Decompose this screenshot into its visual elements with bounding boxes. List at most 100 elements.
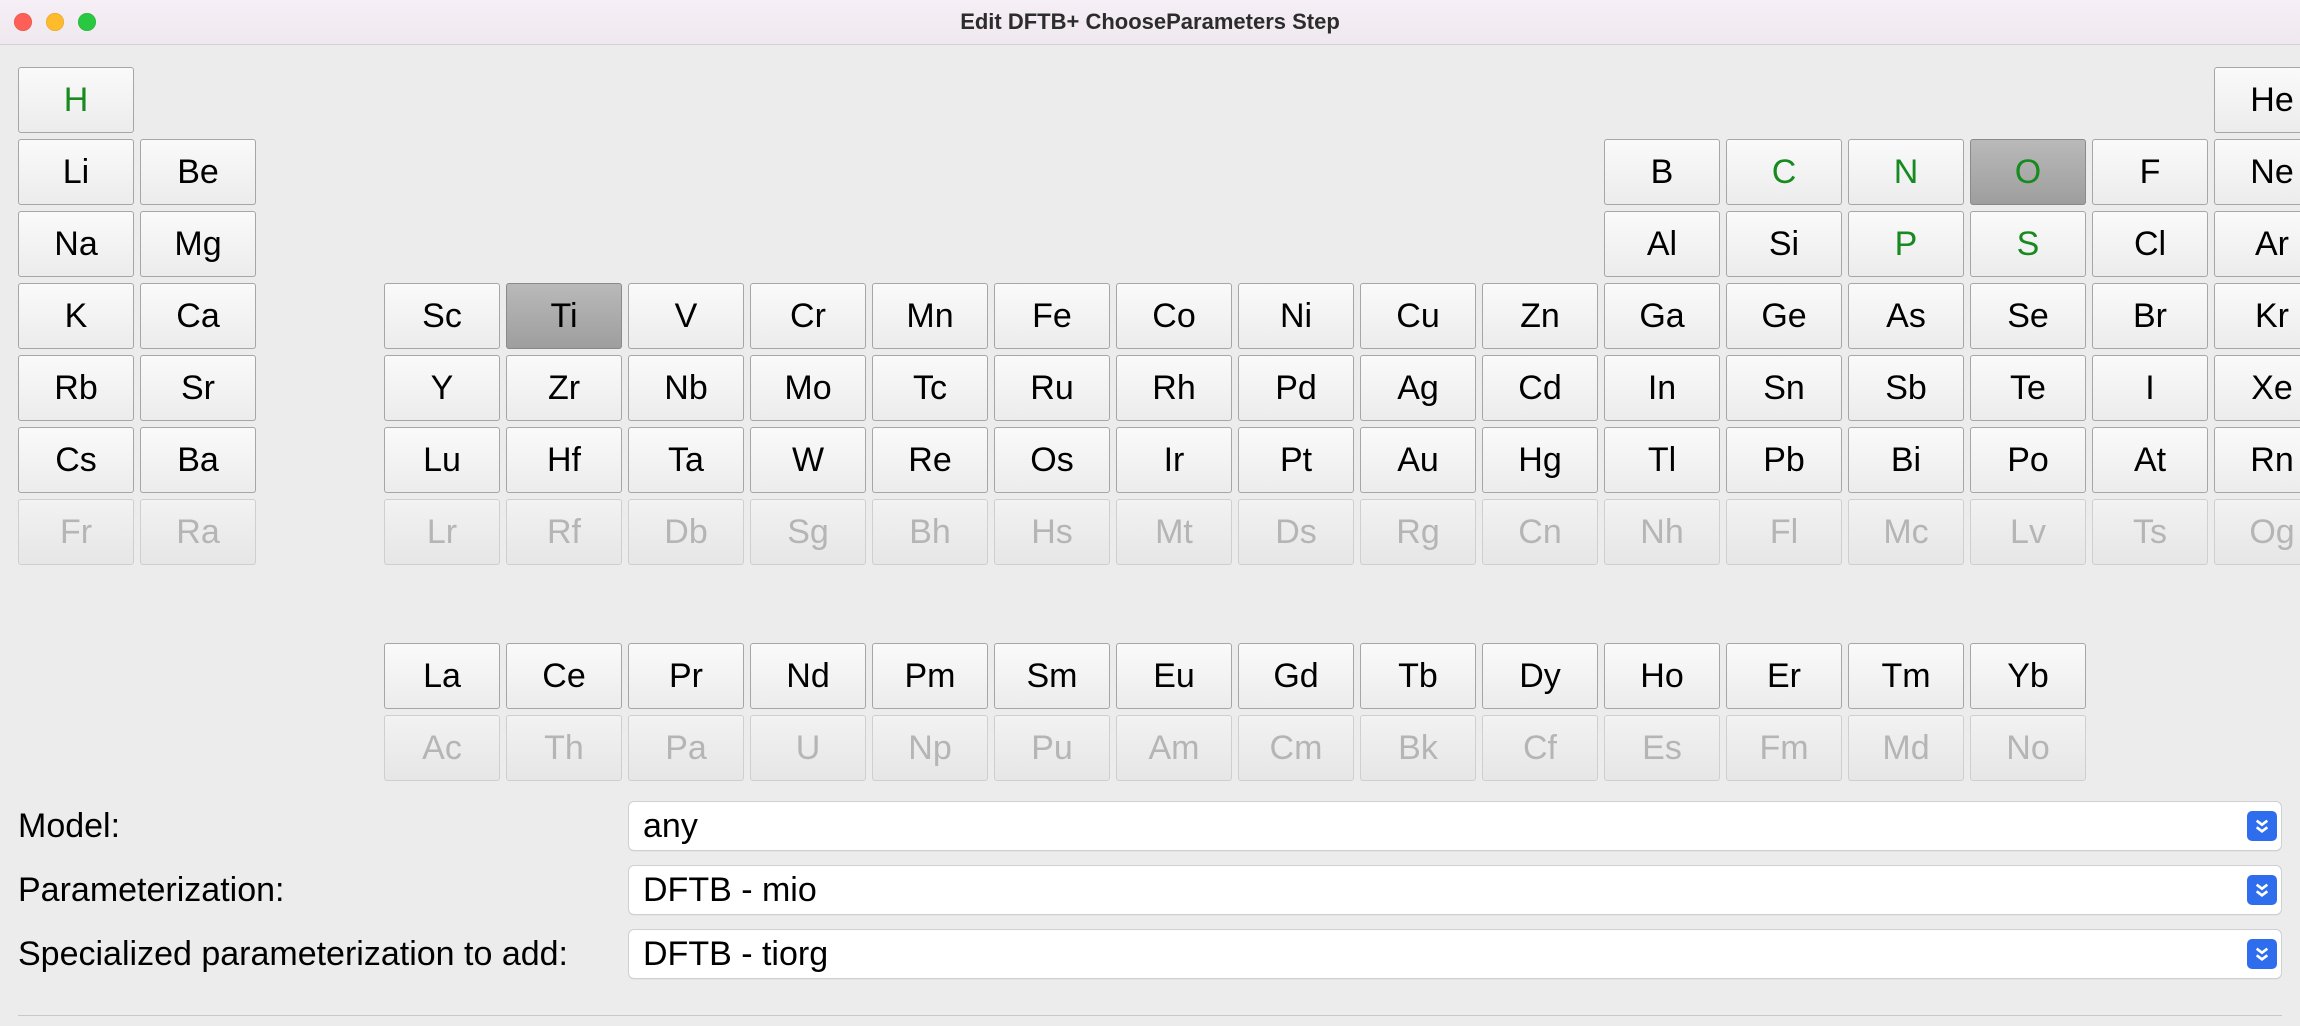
element-Ru[interactable]: Ru xyxy=(994,355,1110,421)
chevron-down-icon xyxy=(2247,939,2277,969)
element-Lv: Lv xyxy=(1970,499,2086,565)
element-Er[interactable]: Er xyxy=(1726,643,1842,709)
element-Rh[interactable]: Rh xyxy=(1116,355,1232,421)
element-La[interactable]: La xyxy=(384,643,500,709)
element-Ti[interactable]: Ti xyxy=(506,283,622,349)
element-Li[interactable]: Li xyxy=(18,139,134,205)
element-I[interactable]: I xyxy=(2092,355,2208,421)
element-Eu[interactable]: Eu xyxy=(1116,643,1232,709)
element-Cl[interactable]: Cl xyxy=(2092,211,2208,277)
element-Zr[interactable]: Zr xyxy=(506,355,622,421)
model-combobox[interactable]: any xyxy=(628,801,2282,851)
element-S[interactable]: S xyxy=(1970,211,2086,277)
element-K[interactable]: K xyxy=(18,283,134,349)
element-In[interactable]: In xyxy=(1604,355,1720,421)
element-Pa: Pa xyxy=(628,715,744,781)
element-Al[interactable]: Al xyxy=(1604,211,1720,277)
element-Rn[interactable]: Rn xyxy=(2214,427,2300,493)
specialized-combobox[interactable]: DFTB - tiorg xyxy=(628,929,2282,979)
element-Sc[interactable]: Sc xyxy=(384,283,500,349)
element-F[interactable]: F xyxy=(2092,139,2208,205)
element-Bi[interactable]: Bi xyxy=(1848,427,1964,493)
element-Mg[interactable]: Mg xyxy=(140,211,256,277)
element-Os[interactable]: Os xyxy=(994,427,1110,493)
element-Dy[interactable]: Dy xyxy=(1482,643,1598,709)
element-Sm[interactable]: Sm xyxy=(994,643,1110,709)
element-V[interactable]: V xyxy=(628,283,744,349)
element-W[interactable]: W xyxy=(750,427,866,493)
element-Ge[interactable]: Ge xyxy=(1726,283,1842,349)
element-Ne[interactable]: Ne xyxy=(2214,139,2300,205)
element-Lu[interactable]: Lu xyxy=(384,427,500,493)
button-bar: OK Cancel xyxy=(18,1015,2282,1026)
element-Na[interactable]: Na xyxy=(18,211,134,277)
element-Sr[interactable]: Sr xyxy=(140,355,256,421)
element-Mn[interactable]: Mn xyxy=(872,283,988,349)
element-Tb[interactable]: Tb xyxy=(1360,643,1476,709)
element-Ba[interactable]: Ba xyxy=(140,427,256,493)
element-Zn[interactable]: Zn xyxy=(1482,283,1598,349)
element-N[interactable]: N xyxy=(1848,139,1964,205)
element-Tc[interactable]: Tc xyxy=(872,355,988,421)
element-Au[interactable]: Au xyxy=(1360,427,1476,493)
element-Te[interactable]: Te xyxy=(1970,355,2086,421)
element-Hf[interactable]: Hf xyxy=(506,427,622,493)
element-Tl[interactable]: Tl xyxy=(1604,427,1720,493)
element-Ir[interactable]: Ir xyxy=(1116,427,1232,493)
element-Ce[interactable]: Ce xyxy=(506,643,622,709)
element-Br[interactable]: Br xyxy=(2092,283,2208,349)
element-Nd[interactable]: Nd xyxy=(750,643,866,709)
element-Hg[interactable]: Hg xyxy=(1482,427,1598,493)
element-Pr[interactable]: Pr xyxy=(628,643,744,709)
element-Ag[interactable]: Ag xyxy=(1360,355,1476,421)
element-Pd[interactable]: Pd xyxy=(1238,355,1354,421)
element-Mo[interactable]: Mo xyxy=(750,355,866,421)
element-Yb[interactable]: Yb xyxy=(1970,643,2086,709)
element-Es: Es xyxy=(1604,715,1720,781)
minimize-icon[interactable] xyxy=(46,13,64,31)
element-Ca[interactable]: Ca xyxy=(140,283,256,349)
window-title: Edit DFTB+ ChooseParameters Step xyxy=(0,9,2300,35)
element-Y[interactable]: Y xyxy=(384,355,500,421)
element-Si[interactable]: Si xyxy=(1726,211,1842,277)
element-Ar[interactable]: Ar xyxy=(2214,211,2300,277)
element-Sn[interactable]: Sn xyxy=(1726,355,1842,421)
element-Cu[interactable]: Cu xyxy=(1360,283,1476,349)
element-Ni[interactable]: Ni xyxy=(1238,283,1354,349)
element-O[interactable]: O xyxy=(1970,139,2086,205)
element-Sb[interactable]: Sb xyxy=(1848,355,1964,421)
element-Rb[interactable]: Rb xyxy=(18,355,134,421)
element-As[interactable]: As xyxy=(1848,283,1964,349)
element-P[interactable]: P xyxy=(1848,211,1964,277)
element-Md: Md xyxy=(1848,715,1964,781)
element-B[interactable]: B xyxy=(1604,139,1720,205)
parameterization-combobox[interactable]: DFTB - mio xyxy=(628,865,2282,915)
element-Cr[interactable]: Cr xyxy=(750,283,866,349)
element-Se[interactable]: Se xyxy=(1970,283,2086,349)
element-Gd[interactable]: Gd xyxy=(1238,643,1354,709)
element-Ta[interactable]: Ta xyxy=(628,427,744,493)
element-Pm[interactable]: Pm xyxy=(872,643,988,709)
element-At[interactable]: At xyxy=(2092,427,2208,493)
close-icon[interactable] xyxy=(14,13,32,31)
element-Pt[interactable]: Pt xyxy=(1238,427,1354,493)
element-Re[interactable]: Re xyxy=(872,427,988,493)
model-row: Model: any xyxy=(18,801,2282,851)
element-Cs[interactable]: Cs xyxy=(18,427,134,493)
element-Co[interactable]: Co xyxy=(1116,283,1232,349)
element-Nb[interactable]: Nb xyxy=(628,355,744,421)
element-Kr[interactable]: Kr xyxy=(2214,283,2300,349)
element-Be[interactable]: Be xyxy=(140,139,256,205)
element-He[interactable]: He xyxy=(2214,67,2300,133)
element-Cd[interactable]: Cd xyxy=(1482,355,1598,421)
zoom-icon[interactable] xyxy=(78,13,96,31)
element-Fe[interactable]: Fe xyxy=(994,283,1110,349)
element-H[interactable]: H xyxy=(18,67,134,133)
element-Po[interactable]: Po xyxy=(1970,427,2086,493)
element-C[interactable]: C xyxy=(1726,139,1842,205)
element-Ga[interactable]: Ga xyxy=(1604,283,1720,349)
element-Xe[interactable]: Xe xyxy=(2214,355,2300,421)
element-Pb[interactable]: Pb xyxy=(1726,427,1842,493)
element-Tm[interactable]: Tm xyxy=(1848,643,1964,709)
element-Ho[interactable]: Ho xyxy=(1604,643,1720,709)
